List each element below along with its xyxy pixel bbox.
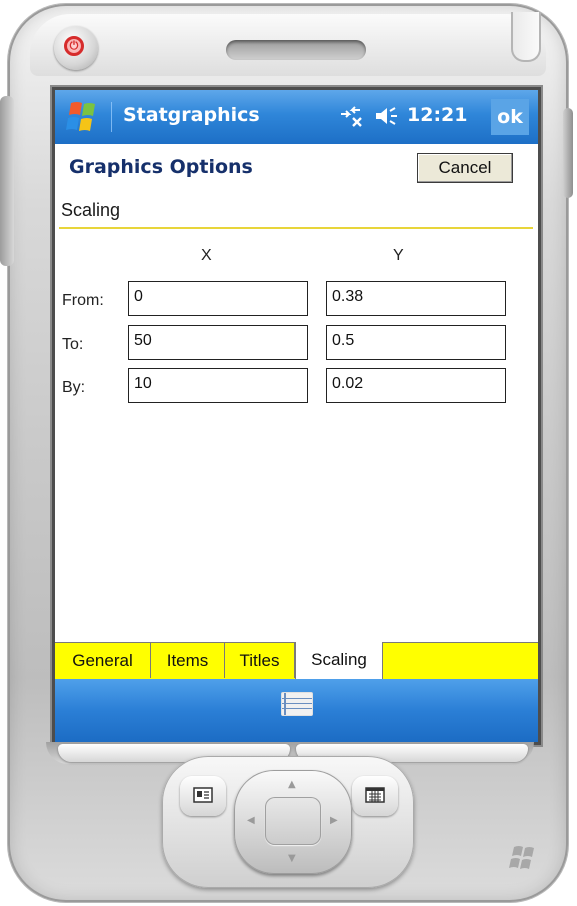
- row-label-from: From:: [62, 292, 104, 309]
- stylus-slot: [511, 12, 541, 62]
- cancel-button[interactable]: Cancel: [417, 153, 513, 183]
- x-from-field[interactable]: 0: [128, 281, 308, 316]
- windows-flag-icon[interactable]: [63, 99, 101, 135]
- x-to-field[interactable]: 50: [128, 325, 308, 360]
- contacts-icon: [193, 787, 213, 803]
- y-by-field[interactable]: 0.02: [326, 368, 506, 403]
- side-button-right[interactable]: [563, 108, 573, 198]
- app-title: Statgraphics: [123, 104, 260, 126]
- directional-pad[interactable]: ▲ ▼ ◀ ▶: [234, 770, 352, 874]
- column-header-x: X: [201, 247, 212, 264]
- tab-scaling[interactable]: Scaling: [295, 642, 383, 680]
- section-label: Scaling: [61, 200, 121, 220]
- calendar-icon: [365, 787, 385, 803]
- calendar-button[interactable]: [352, 776, 398, 816]
- windows-logo-icon: [509, 846, 534, 869]
- tab-items[interactable]: Items: [151, 643, 225, 678]
- connectivity-icon[interactable]: [338, 103, 364, 129]
- arrow-up-icon: ▲: [288, 779, 296, 790]
- page-title: Graphics Options: [69, 156, 253, 178]
- keyboard-icon[interactable]: [281, 692, 313, 716]
- tab-bar: General Items Titles Scaling: [55, 642, 538, 680]
- power-button[interactable]: ⏻: [54, 26, 98, 70]
- tab-titles[interactable]: Titles: [225, 643, 295, 678]
- y-from-field[interactable]: 0.38: [326, 281, 506, 316]
- dpad-select-button[interactable]: [265, 797, 321, 845]
- ok-button[interactable]: ok: [491, 99, 529, 135]
- page-header: Graphics Options Cancel: [55, 144, 538, 194]
- side-button-left[interactable]: [0, 96, 14, 266]
- contacts-button[interactable]: [180, 776, 226, 816]
- row-label-by: By:: [62, 379, 86, 396]
- y-to-field[interactable]: 0.5: [326, 325, 506, 360]
- device-screen: Statgraphics 12:21 ok Graphics Options C…: [55, 90, 538, 742]
- x-by-field[interactable]: 10: [128, 368, 308, 403]
- arrow-left-icon: ◀: [247, 815, 255, 826]
- power-icon: ⏻: [64, 36, 84, 56]
- row-label-to: To:: [62, 336, 84, 353]
- arrow-down-icon: ▼: [288, 853, 296, 864]
- clock[interactable]: 12:21: [407, 104, 467, 126]
- earpiece-speaker: [226, 40, 366, 60]
- arrow-right-icon: ▶: [330, 815, 338, 826]
- menu-bar: [55, 679, 538, 742]
- column-header-y: Y: [393, 247, 404, 264]
- speaker-icon[interactable]: [373, 104, 399, 128]
- tab-general[interactable]: General: [55, 643, 151, 678]
- section-divider: [59, 227, 533, 229]
- title-separator: [111, 102, 112, 132]
- title-bar: Statgraphics 12:21 ok: [55, 90, 538, 144]
